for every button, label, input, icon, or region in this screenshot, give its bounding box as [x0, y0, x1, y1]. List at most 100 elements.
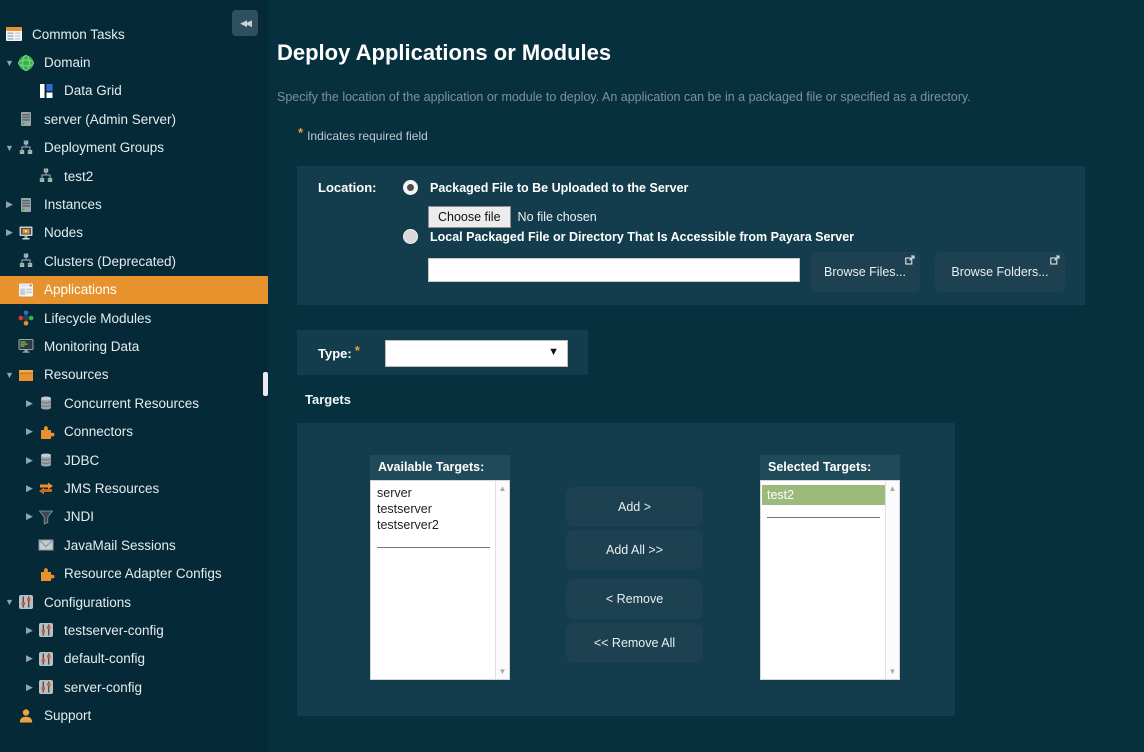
sidebar-item-resource-adapter-configs[interactable]: Resource Adapter Configs [0, 559, 268, 587]
choose-file-button[interactable]: Choose file [428, 206, 511, 228]
scroll-up-icon[interactable]: ▲ [496, 484, 509, 493]
sidebar-item-common-tasks[interactable]: Common Tasks [0, 20, 268, 48]
local-path-radio-row: Local Packaged File or Directory That Is… [403, 229, 854, 244]
targets-panel: Available Targets: servertestservertests… [297, 423, 955, 716]
sidebar-item-deployment-groups[interactable]: ▼ Deployment Groups [0, 134, 268, 162]
node-icon [17, 224, 35, 242]
tree-expand-icon[interactable]: ▶ [22, 653, 37, 664]
sidebar-item-domain[interactable]: ▼Domain [0, 48, 268, 76]
sidebar-item-jms-resources[interactable]: ▶JMS Resources [0, 474, 268, 502]
type-required-asterisk: * [355, 343, 360, 358]
remove-button[interactable]: < Remove [566, 579, 703, 619]
sidebar-item-label: Support [44, 708, 91, 723]
sidebar-item-label: Common Tasks [32, 27, 125, 42]
config-icon [17, 593, 35, 611]
path-input[interactable] [428, 258, 800, 282]
sidebar-item-label: Data Grid [64, 83, 122, 98]
browse-folders-label: Browse Folders... [951, 265, 1048, 279]
target-option-testserver[interactable]: testserver [371, 501, 496, 517]
sidebar-item-configurations[interactable]: ▼Configurations [0, 588, 268, 616]
tree-collapse-icon[interactable]: ▼ [2, 597, 17, 607]
file-status-text: No file chosen [518, 210, 597, 224]
remove-all-button[interactable]: << Remove All [566, 623, 703, 663]
sidebar-collapse-button[interactable]: ◀◀ [232, 10, 258, 36]
sidebar-item-label: JDBC [64, 453, 99, 468]
listbox-scrollbar[interactable]: ▲ ▼ [495, 481, 509, 679]
tree-expand-icon[interactable]: ▶ [22, 483, 37, 494]
available-targets-listbox[interactable]: servertestservertestserver2 ▲ ▼ [370, 480, 510, 680]
upload-radio[interactable] [403, 180, 418, 195]
sidebar-item-monitoring-data[interactable]: Monitoring Data [0, 332, 268, 360]
sidebar-item-instances[interactable]: ▶ Instances [0, 190, 268, 218]
available-targets-items: servertestservertestserver2 [371, 481, 496, 679]
datagrid-icon [37, 82, 55, 100]
sidebar-item-clusters-deprecated[interactable]: Clusters (Deprecated) [0, 247, 268, 275]
tree-collapse-icon[interactable]: ▼ [2, 370, 17, 380]
local-path-radio-label[interactable]: Local Packaged File or Directory That Is… [430, 230, 854, 244]
external-link-icon [1050, 255, 1060, 265]
list-separator [767, 517, 880, 518]
browse-files-button[interactable]: Browse Files... [810, 252, 920, 292]
scroll-down-icon[interactable]: ▼ [496, 667, 509, 676]
sidebar-item-label: Instances [44, 197, 102, 212]
tree-expand-icon[interactable]: ▶ [2, 199, 17, 210]
selected-targets-listbox[interactable]: test2 ▲ ▼ [760, 480, 900, 680]
sidebar-item-label: Concurrent Resources [64, 396, 199, 411]
tree-collapse-icon[interactable]: ▼ [2, 58, 17, 68]
browse-folders-button[interactable]: Browse Folders... [935, 252, 1065, 292]
main-content: Deploy Applications or Modules Specify t… [268, 0, 1144, 752]
add-all-button[interactable]: Add All >> [566, 530, 703, 570]
target-option-testserver2[interactable]: testserver2 [371, 517, 496, 533]
sidebar-item-lifecycle-modules[interactable]: Lifecycle Modules [0, 304, 268, 332]
cluster-icon [17, 139, 35, 157]
scroll-down-icon[interactable]: ▼ [886, 667, 899, 676]
sidebar-item-label: server (Admin Server) [44, 112, 176, 127]
target-option-server[interactable]: server [371, 485, 496, 501]
sidebar-item-nodes[interactable]: ▶Nodes [0, 219, 268, 247]
tree-expand-icon[interactable]: ▶ [22, 426, 37, 437]
tree-expand-icon[interactable]: ▶ [22, 455, 37, 466]
sidebar-item-jndi[interactable]: ▶JNDI [0, 503, 268, 531]
upload-radio-row: Packaged File to Be Uploaded to the Serv… [403, 180, 688, 195]
sidebar-item-server-config[interactable]: ▶server-config [0, 673, 268, 701]
location-panel: Location: Packaged File to Be Uploaded t… [297, 166, 1085, 305]
monitor-icon [17, 337, 35, 355]
puzzle-icon [37, 423, 55, 441]
tree-expand-icon[interactable]: ▶ [22, 625, 37, 636]
sidebar-item-testserver-config[interactable]: ▶testserver-config [0, 616, 268, 644]
sidebar-item-applications[interactable]: Applications [0, 276, 268, 304]
folder-icon [17, 366, 35, 384]
required-field-note: *Indicates required field [298, 125, 428, 143]
server-icon [17, 196, 35, 214]
target-option-test2[interactable]: test2 [762, 485, 885, 505]
tree-expand-icon[interactable]: ▶ [2, 227, 17, 238]
sidebar-item-resources[interactable]: ▼Resources [0, 361, 268, 389]
required-asterisk: * [298, 125, 303, 140]
sidebar-item-connectors[interactable]: ▶Connectors [0, 417, 268, 445]
tree-collapse-icon[interactable]: ▼ [2, 143, 17, 153]
scroll-up-icon[interactable]: ▲ [886, 484, 899, 493]
tree-expand-icon[interactable]: ▶ [22, 682, 37, 693]
tree-expand-icon[interactable]: ▶ [22, 398, 37, 409]
listbox-scrollbar[interactable]: ▲ ▼ [885, 481, 899, 679]
upload-radio-label[interactable]: Packaged File to Be Uploaded to the Serv… [430, 181, 688, 195]
type-dropdown[interactable]: ▼ [385, 340, 568, 367]
sidebar-item-server-admin-server[interactable]: server (Admin Server) [0, 105, 268, 133]
person-icon [17, 707, 35, 725]
sidebar-item-data-grid[interactable]: Data Grid [0, 77, 268, 105]
selected-targets-header: Selected Targets: [760, 455, 900, 480]
sidebar-item-default-config[interactable]: ▶ default-config [0, 645, 268, 673]
local-path-radio[interactable] [403, 229, 418, 244]
sidebar-item-label: Clusters (Deprecated) [44, 254, 176, 269]
sidebar-item-jdbc[interactable]: ▶ JDBC [0, 446, 268, 474]
sidebar-item-concurrent-resources[interactable]: ▶ Concurrent Resources [0, 389, 268, 417]
sidebar-item-javamail-sessions[interactable]: JavaMail Sessions [0, 531, 268, 559]
sidebar-item-test2[interactable]: test2 [0, 162, 268, 190]
sidebar-item-label: default-config [64, 651, 145, 666]
sidebar-item-support[interactable]: Support [0, 701, 268, 729]
tree-expand-icon[interactable]: ▶ [22, 511, 37, 522]
page-title: Deploy Applications or Modules [277, 40, 611, 66]
add-button[interactable]: Add > [566, 487, 703, 527]
list-separator [377, 547, 490, 548]
sidebar-item-label: Deployment Groups [44, 140, 164, 155]
